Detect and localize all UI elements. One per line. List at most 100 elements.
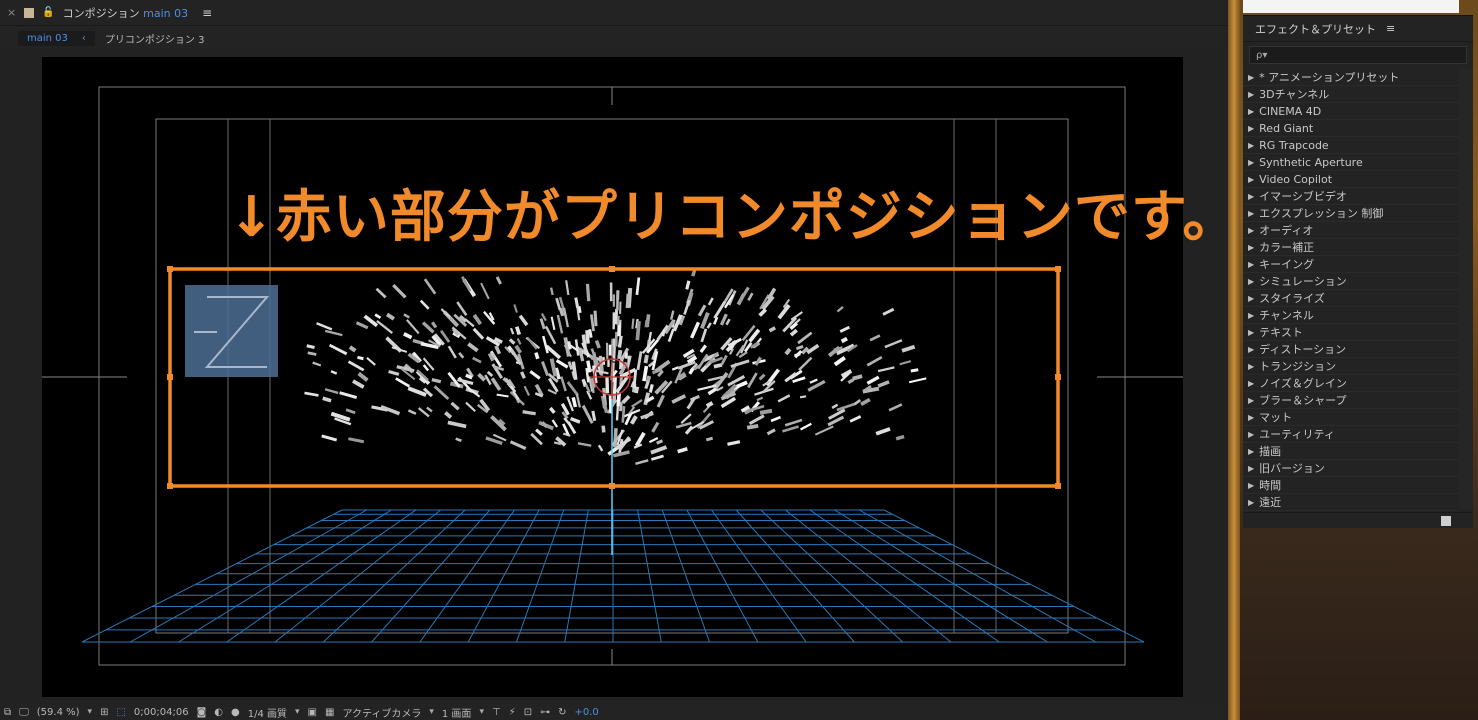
expand-triangle-icon[interactable]: ▶: [1248, 311, 1254, 320]
effects-category-item[interactable]: ▶ 時間: [1243, 477, 1459, 494]
monitor-icon[interactable]: 🖵: [19, 707, 29, 718]
effects-search-input[interactable]: ρ▾: [1249, 46, 1467, 64]
effects-category-item[interactable]: ▶ マット: [1243, 409, 1459, 426]
particle: [347, 360, 365, 372]
effects-category-item[interactable]: ▶ イマーシブビデオ: [1243, 188, 1459, 205]
panel-divider[interactable]: [1228, 0, 1240, 720]
expand-triangle-icon[interactable]: ▶: [1248, 209, 1254, 218]
composition-canvas[interactable]: [0, 57, 1227, 697]
effects-category-item[interactable]: ▶ シミュレーション: [1243, 273, 1459, 290]
expand-triangle-icon[interactable]: ▶: [1248, 124, 1254, 133]
effects-category-item[interactable]: ▶ Red Giant: [1243, 120, 1459, 137]
panel-menu-icon[interactable]: ≡: [202, 6, 212, 20]
channel-icon[interactable]: ●: [231, 707, 240, 718]
expand-triangle-icon[interactable]: ▶: [1248, 175, 1254, 184]
tab-main-03[interactable]: main 03 ‹: [18, 30, 95, 46]
expand-triangle-icon[interactable]: ▶: [1248, 362, 1254, 371]
expand-triangle-icon[interactable]: ▶: [1248, 243, 1254, 252]
effects-category-item[interactable]: ▶ ユーティリティ: [1243, 426, 1459, 443]
comp-name[interactable]: main 03: [143, 7, 188, 20]
mask-visibility-icon[interactable]: ⬚: [116, 707, 125, 718]
expand-triangle-icon[interactable]: ▶: [1248, 481, 1254, 490]
expand-triangle-icon[interactable]: ▶: [1248, 379, 1254, 388]
flowchart-icon[interactable]: ⊶: [540, 707, 550, 718]
expand-triangle-icon[interactable]: ▶: [1248, 73, 1254, 82]
expand-triangle-icon[interactable]: ▶: [1248, 192, 1254, 201]
exposure-value[interactable]: +0.0: [575, 707, 599, 718]
close-icon[interactable]: ×: [7, 6, 16, 19]
effects-category-item[interactable]: ▶ キーイング: [1243, 256, 1459, 273]
expand-triangle-icon[interactable]: ▶: [1248, 294, 1254, 303]
particle: [534, 352, 540, 360]
fast-preview-icon[interactable]: ⚡: [509, 707, 516, 718]
particle: [563, 417, 571, 426]
effects-category-item[interactable]: ▶ * アニメーションプリセット: [1243, 69, 1459, 86]
effects-category-item[interactable]: ▶ CINEMA 4D: [1243, 103, 1459, 120]
effects-category-item[interactable]: ▶ 3Dチャンネル: [1243, 86, 1459, 103]
effects-category-item[interactable]: ▶ Synthetic Aperture: [1243, 154, 1459, 171]
effects-category-item[interactable]: ▶ ディストーション: [1243, 341, 1459, 358]
particle: [713, 363, 723, 369]
particle: [472, 327, 485, 340]
effects-scrollbar[interactable]: [1459, 69, 1473, 509]
expand-triangle-icon[interactable]: ▶: [1248, 396, 1254, 405]
effects-category-item[interactable]: ▶ 描画: [1243, 443, 1459, 460]
effects-category-item[interactable]: ▶ オーディオ: [1243, 222, 1459, 239]
safe-zone-icon[interactable]: ⊞: [100, 707, 108, 718]
resolution-dropdown[interactable]: 1/4 画質 ▾: [248, 705, 300, 720]
transparency-grid-icon[interactable]: ▦: [325, 707, 334, 718]
particle: [485, 436, 503, 446]
new-preset-icon[interactable]: [1441, 516, 1451, 526]
particle: [888, 403, 903, 412]
particle: [477, 372, 486, 382]
pixel-aspect-icon[interactable]: ⊤: [492, 707, 501, 718]
particle: [591, 410, 597, 422]
effects-category-item[interactable]: ▶ RG Trapcode: [1243, 137, 1459, 154]
reset-exposure-icon[interactable]: ↻: [558, 707, 566, 718]
expand-triangle-icon[interactable]: ▶: [1248, 430, 1254, 439]
effects-category-item[interactable]: ▶ Video Copilot: [1243, 171, 1459, 188]
particle: [656, 439, 664, 445]
effects-category-item[interactable]: ▶ ノイズ＆グレイン: [1243, 375, 1459, 392]
particle: [656, 394, 666, 408]
expand-triangle-icon[interactable]: ▶: [1248, 328, 1254, 337]
tab-precomp-3[interactable]: プリコンポジション 3: [105, 31, 205, 46]
effects-category-item[interactable]: ▶ スタイライズ: [1243, 290, 1459, 307]
view-layout-dropdown[interactable]: 1 画面 ▾: [442, 705, 484, 720]
expand-triangle-icon[interactable]: ▶: [1248, 413, 1254, 422]
effects-category-item[interactable]: ▶ チャンネル: [1243, 307, 1459, 324]
effects-category-item[interactable]: ▶ 遠近: [1243, 494, 1459, 511]
panel-menu-icon[interactable]: ≡: [1386, 22, 1395, 35]
expand-triangle-icon[interactable]: ▶: [1248, 107, 1254, 116]
particle: [747, 372, 758, 389]
lock-icon[interactable]: 🔓: [42, 7, 54, 18]
particle: [635, 320, 641, 341]
timeline-icon[interactable]: ⊡: [524, 707, 532, 718]
snapshot-icon[interactable]: ◙: [197, 707, 207, 718]
effects-category-item[interactable]: ▶ カラー補正: [1243, 239, 1459, 256]
expand-triangle-icon[interactable]: ▶: [1248, 345, 1254, 354]
expand-triangle-icon[interactable]: ▶: [1248, 90, 1254, 99]
always-preview-icon[interactable]: ⧉: [4, 707, 11, 718]
timecode[interactable]: 0;00;04;06: [134, 707, 189, 718]
expand-triangle-icon[interactable]: ▶: [1248, 260, 1254, 269]
particle: [634, 386, 640, 394]
expand-triangle-icon[interactable]: ▶: [1248, 158, 1254, 167]
expand-triangle-icon[interactable]: ▶: [1248, 141, 1254, 150]
camera-dropdown[interactable]: アクティブカメラ ▾: [342, 705, 433, 720]
expand-triangle-icon[interactable]: ▶: [1248, 498, 1254, 507]
effects-category-item[interactable]: ▶ トランジション: [1243, 358, 1459, 375]
chevron-left-icon[interactable]: ‹: [82, 33, 86, 44]
expand-triangle-icon[interactable]: ▶: [1248, 226, 1254, 235]
show-snapshot-icon[interactable]: ◐: [214, 707, 223, 718]
region-of-interest-icon[interactable]: ▣: [308, 707, 317, 718]
expand-triangle-icon[interactable]: ▶: [1248, 447, 1254, 456]
effects-category-item[interactable]: ▶ テキスト: [1243, 324, 1459, 341]
composition-viewer[interactable]: [0, 50, 1228, 702]
expand-triangle-icon[interactable]: ▶: [1248, 464, 1254, 473]
zoom-dropdown[interactable]: (59.4 %) ▾: [37, 707, 92, 718]
expand-triangle-icon[interactable]: ▶: [1248, 277, 1254, 286]
effects-category-item[interactable]: ▶ ブラー＆シャープ: [1243, 392, 1459, 409]
effects-category-item[interactable]: ▶ エクスプレッション 制御: [1243, 205, 1459, 222]
effects-category-item[interactable]: ▶ 旧バージョン: [1243, 460, 1459, 477]
